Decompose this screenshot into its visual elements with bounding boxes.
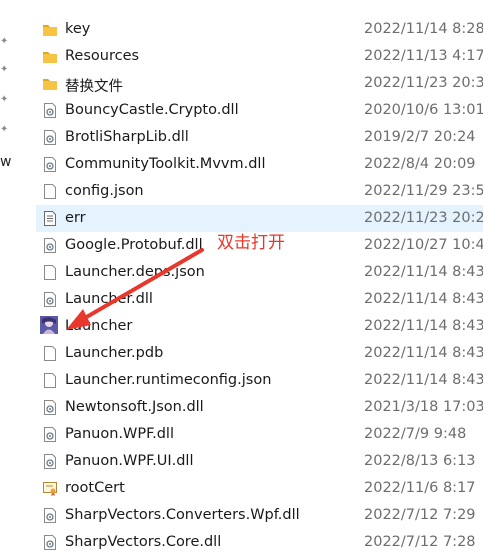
file-modified-date: 2022/11/14 8:43 (364, 264, 483, 280)
file-modified-date: 2022/11/29 23:5 (364, 183, 483, 199)
file-row[interactable]: key 2022/11/14 8:28 (36, 16, 483, 43)
file-row[interactable]: Launcher.pdb 2022/11/14 8:43 (36, 340, 483, 367)
file-row[interactable]: Resources 2022/11/13 4:17 (36, 43, 483, 70)
file-modified-date: 2019/2/7 20:24 (364, 129, 476, 145)
file-name: Launcher.runtimeconfig.json (65, 372, 272, 388)
file-icon (42, 372, 58, 389)
file-row[interactable]: SharpVectors.Converters.Wpf.dll 2022/7/12… (36, 502, 483, 529)
file-name: rootCert (65, 480, 125, 496)
file-name: SharpVectors.Core.dll (65, 534, 222, 550)
file-icon (42, 264, 58, 281)
app-icon (40, 316, 58, 334)
file-name: Panuon.WPF.UI.dll (65, 453, 194, 469)
file-modified-date: 2022/11/23 20:2 (364, 210, 483, 226)
text-file-icon (42, 210, 58, 227)
file-modified-date: 2022/11/14 8:43 (364, 318, 483, 334)
file-row[interactable]: 替换文件 2022/11/23 20:3 (36, 70, 483, 97)
file-modified-date: 2022/7/12 7:29 (364, 507, 476, 523)
file-row[interactable]: BouncyCastle.Crypto.dll 2020/10/6 13:01 (36, 97, 483, 124)
annotation-text: 双击打开 (217, 233, 285, 253)
pin-icon[interactable]: ✦ (0, 125, 10, 135)
pin-icon[interactable]: ✦ (0, 37, 10, 47)
file-list: key 2022/11/14 8:28 Resources 2022/11/13 4:… (36, 16, 483, 556)
dll-icon (42, 399, 58, 416)
file-modified-date: 2022/11/14 8:43 (364, 372, 483, 388)
dll-icon (42, 129, 58, 146)
file-icon (42, 183, 58, 200)
file-name: Launcher.deps.json (65, 264, 205, 280)
file-modified-date: 2022/11/14 8:43 (364, 291, 483, 307)
file-name: Launcher.pdb (65, 345, 164, 361)
file-row[interactable]: BrotliSharpLib.dll 2019/2/7 20:24 (36, 124, 483, 151)
file-row[interactable]: Launcher 2022/11/14 8:43 (36, 313, 483, 340)
file-modified-date: 2022/11/23 20:3 (364, 75, 483, 91)
file-row[interactable]: rootCert 2022/11/6 8:17 (36, 475, 483, 502)
file-name: CommunityToolkit.Mvvm.dll (65, 156, 266, 172)
file-modified-date: 2020/10/6 13:01 (364, 102, 483, 118)
pin-icon[interactable]: ✦ (0, 95, 10, 105)
file-row[interactable]: Launcher.dll 2022/11/14 8:43 (36, 286, 483, 313)
file-modified-date: 2022/10/27 10:4 (364, 237, 483, 253)
dll-icon (42, 237, 58, 254)
file-icon (42, 345, 58, 362)
file-row[interactable]: Launcher.runtimeconfig.json 2022/11/14 8:… (36, 367, 483, 394)
file-row[interactable]: Panuon.WPF.dll 2022/7/9 9:48 (36, 421, 483, 448)
file-row[interactable]: SharpVectors.Core.dll 2022/7/12 7:28 (36, 529, 483, 556)
file-name: SharpVectors.Converters.Wpf.dll (65, 507, 300, 523)
file-modified-date: 2022/8/13 6:13 (364, 453, 476, 469)
folder-icon (42, 75, 58, 92)
pin-icon[interactable]: ✦ (0, 65, 10, 75)
file-row[interactable]: Panuon.WPF.UI.dll 2022/8/13 6:13 (36, 448, 483, 475)
dll-icon (42, 534, 58, 551)
file-name: err (65, 210, 86, 226)
file-row[interactable]: CommunityToolkit.Mvvm.dll 2022/8/4 20:09 (36, 151, 483, 178)
file-name: Newtonsoft.Json.dll (65, 399, 204, 415)
file-name: Panuon.WPF.dll (65, 426, 174, 442)
file-modified-date: 2022/11/6 8:17 (364, 480, 476, 496)
dll-icon (42, 156, 58, 173)
file-modified-date: 2022/8/4 20:09 (364, 156, 476, 172)
file-row[interactable]: Launcher.deps.json 2022/11/14 8:43 (36, 259, 483, 286)
file-name: config.json (65, 183, 144, 199)
file-modified-date: 2022/11/13 4:17 (364, 48, 483, 64)
file-name: BouncyCastle.Crypto.dll (65, 102, 239, 118)
dll-icon (42, 453, 58, 470)
file-modified-date: 2022/11/14 8:28 (364, 21, 483, 37)
certificate-icon (42, 480, 58, 497)
file-name: Resources (65, 48, 140, 64)
file-name: key (65, 21, 91, 37)
file-name: 替换文件 (65, 79, 123, 95)
file-modified-date: 2022/7/9 9:48 (364, 426, 467, 442)
dll-icon (42, 291, 58, 308)
file-modified-date: 2022/7/12 7:28 (364, 534, 476, 550)
dll-icon (42, 507, 58, 524)
nav-item-partial-label[interactable]: w (0, 154, 11, 170)
file-name: Google.Protobuf.dll (65, 237, 203, 253)
folder-icon (42, 48, 58, 65)
file-name: BrotliSharpLib.dll (65, 129, 189, 145)
file-row[interactable]: Newtonsoft.Json.dll 2021/3/18 17:03 (36, 394, 483, 421)
dll-icon (42, 102, 58, 119)
file-modified-date: 2022/11/14 8:43 (364, 345, 483, 361)
file-modified-date: 2021/3/18 17:03 (364, 399, 483, 415)
navigation-pane-edge: ✦ ✦ ✦ ✦ w (0, 0, 16, 557)
file-name: Launcher (65, 318, 133, 334)
file-row[interactable]: config.json 2022/11/29 23:5 (36, 178, 483, 205)
file-name: Launcher.dll (65, 291, 153, 307)
folder-icon (42, 21, 58, 38)
dll-icon (42, 426, 58, 443)
